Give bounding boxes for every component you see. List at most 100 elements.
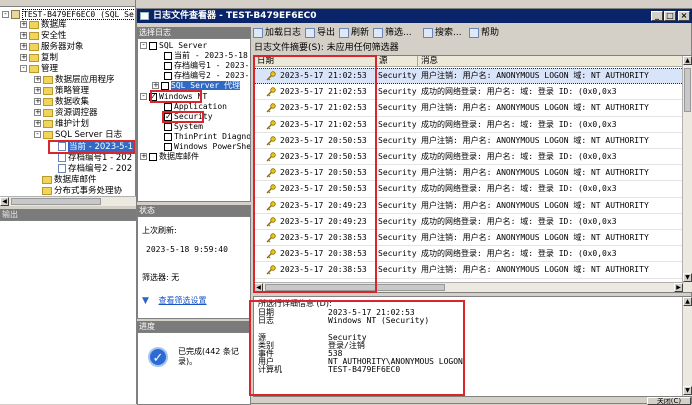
- log-node-sql-archive1[interactable]: 存档编号1 - 2023-: [164, 61, 249, 71]
- log-node-application[interactable]: Application: [164, 102, 227, 112]
- details-vscroll[interactable]: ▲ ▼: [682, 297, 692, 396]
- expand-icon[interactable]: +: [20, 43, 27, 50]
- table-row[interactable]: 2023-5-17 21:02:53 Security 成功的网络登录: 用户名: …: [254, 117, 684, 133]
- title-bar[interactable]: 日志文件查看器 - TEST-B479EF6EC0 _ □ ×: [137, 9, 692, 23]
- log-node-thinprint[interactable]: ThinPrint Diagno: [164, 132, 250, 142]
- expand-icon[interactable]: +: [20, 32, 27, 39]
- collapse-icon[interactable]: -: [34, 131, 41, 138]
- grid-vscroll[interactable]: ▲ ▼: [682, 56, 692, 292]
- security-checkbox[interactable]: ✓: [164, 112, 172, 121]
- sql-archive2-checkbox[interactable]: [164, 71, 172, 80]
- log-node-sql-archive2[interactable]: 存档编号2 - 2023-: [164, 71, 249, 81]
- application-checkbox[interactable]: [164, 102, 172, 111]
- expand-icon[interactable]: +: [20, 54, 27, 61]
- grid-hscroll[interactable]: ◀ ▶: [254, 282, 684, 292]
- log-node-db-mail[interactable]: + 数据库邮件: [140, 152, 199, 162]
- expand-icon[interactable]: +: [34, 120, 41, 127]
- expand-icon[interactable]: +: [34, 98, 41, 105]
- tree-item-data-tier-apps[interactable]: + 数据层应用程序: [34, 75, 115, 86]
- column-header-date[interactable]: 日期: [254, 56, 376, 67]
- export-button[interactable]: 导出: [305, 27, 335, 39]
- log-node-sql-server[interactable]: - SQL Server: [140, 41, 207, 51]
- collapse-icon[interactable]: -: [20, 65, 27, 72]
- explorer-hscroll[interactable]: ◀: [0, 196, 136, 206]
- scroll-left-icon[interactable]: ◀: [0, 197, 9, 206]
- tree-item-security[interactable]: + 安全性: [20, 31, 67, 42]
- filter-button[interactable]: 筛选...: [373, 27, 412, 39]
- tree-item-current-log[interactable]: 当前 - 2023-5-1: [58, 142, 135, 153]
- table-row[interactable]: 2023-5-17 20:49:23 Security 用户注销: 用户名: ANO…: [254, 198, 684, 214]
- load-log-button[interactable]: 加载日志: [253, 27, 301, 39]
- tree-item-archive-1[interactable]: 存档编号1 - 202: [58, 153, 132, 164]
- help-button[interactable]: 帮助: [469, 27, 499, 39]
- scroll-up-icon[interactable]: ▲: [683, 297, 692, 306]
- log-node-sql-agent[interactable]: + SQL Server 代理: [152, 81, 240, 91]
- table-row[interactable]: 2023-5-17 21:02:53 Security 成功的网络登录: 用户名: …: [254, 84, 684, 101]
- collapse-icon[interactable]: -: [2, 11, 9, 18]
- minimize-button[interactable]: _: [651, 11, 663, 21]
- tree-item-archive-2[interactable]: 存档编号2 - 202: [58, 164, 132, 175]
- sql-agent-checkbox[interactable]: [161, 81, 169, 90]
- expand-icon[interactable]: +: [34, 109, 41, 116]
- windows-nt-checkbox[interactable]: ✓: [149, 92, 157, 101]
- tree-item-server-objects[interactable]: + 服务器对象: [20, 42, 84, 53]
- tree-item-replication[interactable]: + 复制: [20, 53, 58, 64]
- scroll-left-icon[interactable]: ◀: [254, 283, 263, 292]
- scroll-thumb[interactable]: [265, 284, 445, 291]
- table-row[interactable]: 2023-5-17 21:02:53 Security 用户注销: 用户名: ANO…: [254, 68, 684, 85]
- log-node-powershell[interactable]: Windows PowerShe: [164, 142, 250, 152]
- log-node-sql-current[interactable]: 当前 - 2023-5-18: [164, 51, 248, 61]
- tree-item-database-mail[interactable]: 数据库邮件: [42, 175, 97, 186]
- tree-item-data-collection[interactable]: + 数据收集: [34, 97, 89, 108]
- folder-icon: [43, 130, 53, 139]
- scroll-thumb[interactable]: [684, 68, 691, 112]
- view-filter-settings-link[interactable]: ▼ 查看筛选设置: [142, 295, 207, 306]
- scroll-down-icon[interactable]: ▼: [683, 273, 692, 282]
- expand-icon[interactable]: +: [152, 82, 159, 89]
- table-row[interactable]: 2023-5-17 20:50:53 Security 成功的网络登录: 用户名: …: [254, 181, 684, 198]
- scroll-up-icon[interactable]: ▲: [683, 56, 692, 65]
- thinprint-checkbox[interactable]: [164, 132, 172, 141]
- table-row[interactable]: 2023-5-17 20:50:53 Security 成功的网络登录: 用户名: …: [254, 149, 684, 166]
- maximize-button[interactable]: □: [664, 11, 676, 21]
- sql-server-checkbox[interactable]: [149, 41, 157, 50]
- scroll-down-icon[interactable]: ▼: [683, 386, 692, 395]
- log-node-security[interactable]: ✓ Security: [164, 112, 213, 122]
- log-node-windows-nt[interactable]: - ✓ Windows NT: [140, 92, 207, 102]
- table-row[interactable]: 2023-5-17 20:49:23 Security 成功的网络登录: 用户名: …: [254, 214, 684, 230]
- collapse-icon[interactable]: -: [140, 42, 147, 49]
- table-row[interactable]: 2023-5-17 20:38:53 Security 成功的网络登录: 用户名: …: [254, 246, 684, 263]
- expand-icon[interactable]: +: [34, 76, 41, 83]
- table-row[interactable]: 2023-5-17 20:38:53 Security 用户注销: 用户名: ANO…: [254, 230, 684, 247]
- tree-item-resource-governor[interactable]: + 资源调控器: [34, 108, 98, 119]
- search-button[interactable]: 搜索...: [423, 27, 462, 39]
- tree-item-management[interactable]: - 管理: [20, 64, 58, 75]
- table-row[interactable]: 2023-5-17 20:50:53 Security 用户注销: 用户名: ANO…: [254, 165, 684, 182]
- scroll-right-icon[interactable]: ▶: [674, 283, 683, 292]
- tree-item-dtc[interactable]: 分布式事务处理协: [42, 186, 122, 195]
- scroll-thumb[interactable]: [11, 198, 101, 205]
- cell-source: Security: [378, 200, 417, 210]
- tree-item-maintenance-plans[interactable]: + 维护计划: [34, 119, 89, 130]
- table-row[interactable]: 2023-5-17 20:38:53 Security 用户注销: 用户名: ANO…: [254, 262, 684, 279]
- tree-item-policy-management[interactable]: + 策略管理: [34, 86, 89, 97]
- powershell-checkbox[interactable]: [164, 142, 172, 151]
- log-node-system[interactable]: System: [164, 122, 203, 132]
- expand-icon[interactable]: +: [140, 153, 147, 160]
- collapse-icon[interactable]: -: [140, 93, 147, 100]
- expand-icon[interactable]: +: [34, 87, 41, 94]
- sql-archive1-checkbox[interactable]: [164, 61, 172, 70]
- system-checkbox[interactable]: [164, 122, 172, 131]
- column-header-source[interactable]: 源: [376, 56, 418, 67]
- sql-current-checkbox[interactable]: [164, 51, 172, 60]
- table-row[interactable]: 2023-5-17 20:50:53 Security 用户注销: 用户名: ANO…: [254, 133, 684, 149]
- refresh-button[interactable]: 刷新: [339, 27, 369, 39]
- expand-icon[interactable]: +: [20, 21, 27, 28]
- tree-server-node[interactable]: - TEST-B479EF6EC0 (SQL Ser: [2, 9, 135, 20]
- tree-item-databases[interactable]: + 数据库: [20, 20, 67, 31]
- close-window-button[interactable]: ×: [678, 11, 690, 21]
- column-header-message[interactable]: 消息: [418, 56, 684, 67]
- tree-item-sql-server-logs[interactable]: - SQL Server 日志: [34, 130, 122, 141]
- db-mail-checkbox[interactable]: [149, 152, 157, 161]
- table-row[interactable]: 2023-5-17 21:02:53 Security 用户注销: 用户名: ANO…: [254, 100, 684, 117]
